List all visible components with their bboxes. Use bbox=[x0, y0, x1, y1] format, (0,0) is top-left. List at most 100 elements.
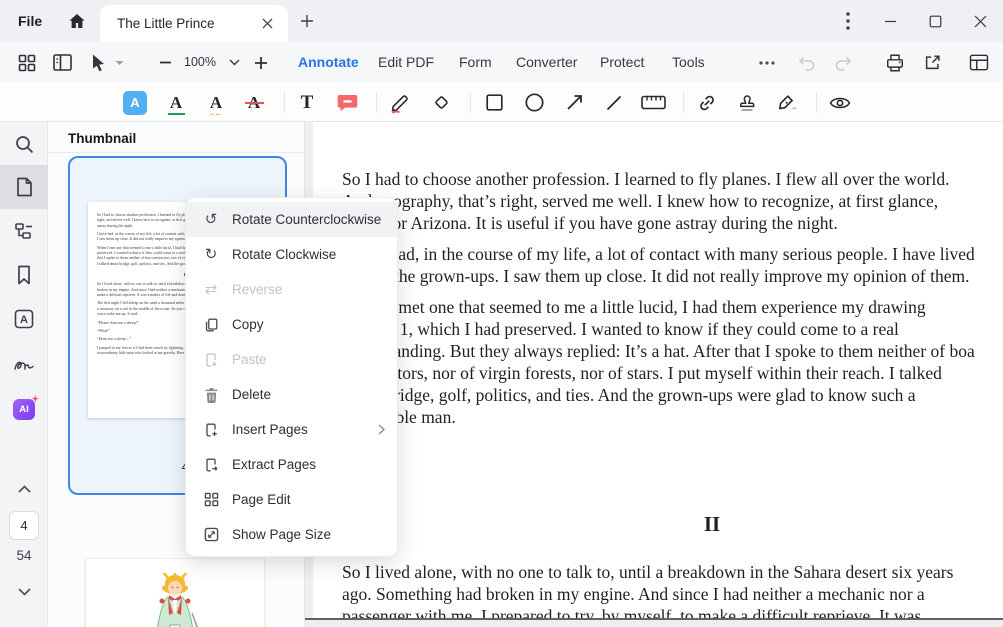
titlebar-kebab-menu[interactable] bbox=[837, 9, 859, 33]
eraser-tool[interactable] bbox=[427, 89, 455, 116]
squiggly-underline-tool[interactable]: A bbox=[202, 89, 230, 116]
menu-item-extract-pages[interactable]: Extract Pages bbox=[186, 447, 397, 482]
zoom-out-button[interactable] bbox=[152, 50, 178, 75]
sidebar-item-ai-assistant[interactable]: AI✦ bbox=[0, 387, 48, 431]
show-page-size-icon bbox=[201, 526, 221, 544]
close-window-button[interactable] bbox=[965, 7, 995, 35]
arrow-icon bbox=[566, 94, 583, 111]
line-tool[interactable] bbox=[600, 89, 628, 116]
signature-icon bbox=[776, 93, 798, 113]
chevron-up-icon bbox=[18, 485, 31, 493]
tab-form[interactable]: Form bbox=[459, 42, 492, 82]
undo-button[interactable] bbox=[794, 50, 820, 75]
cursor-dropdown-caret[interactable] bbox=[110, 50, 128, 75]
stamp-icon bbox=[737, 93, 757, 113]
show-annotations-tool[interactable] bbox=[826, 89, 854, 116]
pencil-tool[interactable] bbox=[386, 89, 414, 116]
sidebar-item-bookmarks[interactable] bbox=[0, 253, 48, 297]
link-tool[interactable] bbox=[693, 89, 721, 116]
stamp-tool[interactable] bbox=[733, 89, 761, 116]
text-line: When I met one that seemed to me a littl… bbox=[342, 296, 1003, 318]
home-button[interactable] bbox=[64, 9, 90, 33]
thumbnail-context-menu: ↺ Rotate Counterclockwise ↻ Rotate Clock… bbox=[185, 197, 398, 557]
menu-item-insert-pages[interactable]: Insert Pages bbox=[186, 412, 397, 447]
grid-view-button[interactable] bbox=[14, 50, 40, 75]
sidebar-item-signatures[interactable] bbox=[0, 342, 48, 386]
menu-item-rotate-counterclockwise[interactable]: ↺ Rotate Counterclockwise bbox=[186, 202, 397, 237]
menu-item-copy[interactable]: Copy bbox=[186, 307, 397, 342]
highlight-tool[interactable]: A bbox=[121, 89, 149, 116]
menu-item-page-edit[interactable]: Page Edit bbox=[186, 482, 397, 517]
text-box-tool[interactable]: T bbox=[293, 89, 321, 116]
eye-icon bbox=[829, 95, 851, 111]
maximize-button[interactable] bbox=[920, 7, 950, 35]
arrow-tool[interactable] bbox=[560, 89, 588, 116]
text-line: passenger with me, I prepared to try, by… bbox=[342, 605, 1003, 618]
navigation-sidebar: A AI✦ 4 54 bbox=[0, 122, 48, 627]
text-line: among the grown-ups. I saw them up close… bbox=[342, 265, 1003, 287]
insert-pages-icon bbox=[201, 421, 221, 439]
zoom-in-button[interactable] bbox=[248, 50, 274, 75]
sidebar-item-annotations[interactable]: A bbox=[0, 297, 48, 341]
zoom-level[interactable]: 100% bbox=[180, 42, 220, 82]
tab-annotate[interactable]: Annotate bbox=[298, 42, 359, 82]
ellipse-icon bbox=[525, 93, 544, 112]
menu-item-reverse[interactable]: ⇄ Reverse bbox=[186, 272, 397, 307]
comment-tool[interactable] bbox=[333, 89, 361, 116]
strikethrough-tool[interactable]: A bbox=[240, 89, 268, 116]
menu-item-delete[interactable]: Delete bbox=[186, 377, 397, 412]
zoom-dropdown-chevron[interactable] bbox=[221, 50, 247, 75]
tab-edit-pdf[interactable]: Edit PDF bbox=[378, 42, 434, 82]
menu-item-paste[interactable]: Paste bbox=[186, 342, 397, 377]
paragraph: So I lived alone, with no one to talk to… bbox=[342, 561, 1003, 618]
home-icon bbox=[67, 12, 87, 30]
text-line: I have had, in the course of my life, a … bbox=[342, 243, 1003, 265]
sidebar-item-search[interactable] bbox=[0, 122, 48, 166]
next-page-button[interactable] bbox=[0, 570, 48, 614]
rotate-ccw-icon: ↺ bbox=[201, 211, 221, 229]
reverse-icon: ⇄ bbox=[201, 281, 221, 299]
tab-close-button[interactable] bbox=[256, 13, 278, 35]
select-cursor-button[interactable] bbox=[85, 50, 111, 75]
sidebar-item-outline[interactable] bbox=[0, 209, 48, 253]
tab-protect[interactable]: Protect bbox=[600, 42, 644, 82]
file-menu[interactable]: File bbox=[18, 0, 42, 42]
signature-tool[interactable] bbox=[773, 89, 801, 116]
rotate-cw-icon: ↻ bbox=[201, 246, 221, 264]
comment-icon bbox=[337, 93, 358, 113]
print-button[interactable] bbox=[882, 50, 908, 75]
horizontal-scrollbar[interactable] bbox=[305, 618, 1003, 627]
new-tab-button[interactable] bbox=[296, 10, 318, 32]
thumbnail-panel-title: Thumbnail bbox=[68, 131, 136, 146]
tab-converter[interactable]: Converter bbox=[516, 42, 577, 82]
minimize-button[interactable] bbox=[875, 7, 905, 35]
panel-layout-button[interactable] bbox=[49, 50, 75, 75]
total-pages-label: 54 bbox=[0, 548, 48, 563]
previous-page-button[interactable] bbox=[0, 467, 48, 511]
paragraph: When I met one that seemed to me a littl… bbox=[342, 296, 1003, 428]
underline-icon: A bbox=[170, 94, 182, 111]
document-tab[interactable]: The Little Prince bbox=[100, 5, 288, 42]
title-bar: File The Little Prince bbox=[0, 0, 1003, 42]
ellipse-tool[interactable] bbox=[520, 89, 548, 116]
text-line: about bridge, golf, politics, and ties. … bbox=[342, 384, 1003, 406]
text-icon: T bbox=[301, 92, 314, 114]
menu-item-rotate-clockwise[interactable]: ↻ Rotate Clockwise bbox=[186, 237, 397, 272]
page-layout-button[interactable] bbox=[966, 50, 992, 75]
current-page-input[interactable]: 4 bbox=[9, 511, 39, 540]
highlight-icon: A bbox=[123, 91, 147, 115]
tab-tools[interactable]: Tools bbox=[672, 42, 705, 82]
menu-item-show-page-size[interactable]: Show Page Size bbox=[186, 517, 397, 552]
more-tools-ellipsis[interactable] bbox=[754, 50, 780, 75]
pdf-page[interactable]: So I had to choose another profession. I… bbox=[313, 122, 1003, 618]
measure-tool[interactable] bbox=[639, 89, 667, 116]
sidebar-item-page-thumbnails[interactable] bbox=[0, 165, 48, 209]
underline-tool[interactable]: A bbox=[162, 89, 190, 116]
paste-icon bbox=[201, 351, 221, 369]
share-export-button[interactable] bbox=[919, 50, 945, 75]
paragraph: So I had to choose another profession. I… bbox=[342, 168, 1003, 234]
rectangle-tool[interactable] bbox=[480, 89, 508, 116]
thumbnail-page-5[interactable] bbox=[85, 558, 265, 627]
little-prince-illustration bbox=[140, 573, 210, 627]
redo-button[interactable] bbox=[830, 50, 856, 75]
